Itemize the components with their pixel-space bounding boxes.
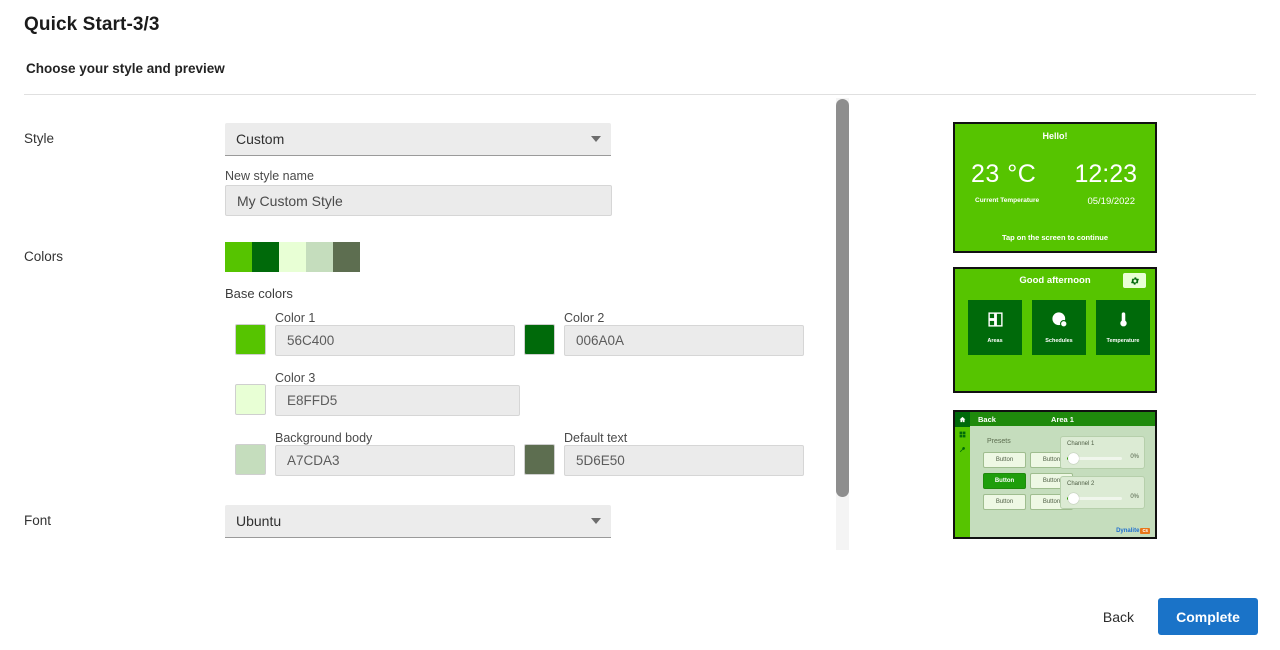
complete-button[interactable]: Complete	[1158, 598, 1258, 635]
clock-icon	[1051, 311, 1068, 333]
preview3-channel-percent: 0%	[1130, 494, 1139, 500]
color-2-input[interactable]: 006A0A	[564, 325, 804, 356]
palette-swatch-3	[279, 242, 306, 272]
preview3-channel-2: Channel 2 0%	[1060, 476, 1145, 509]
preview2-tile-areas[interactable]: Areas	[968, 300, 1022, 355]
home-icon[interactable]	[955, 412, 970, 427]
page-subtitle: Choose your style and preview	[26, 61, 225, 76]
style-select-value: Custom	[236, 131, 285, 147]
dynalite-logo-text: Dynalite	[1116, 528, 1140, 534]
color-3-swatch[interactable]	[235, 384, 266, 415]
preview2-tile-schedules[interactable]: Schedules	[1032, 300, 1086, 355]
preview-screen-area: Back Area 1 Presets Button Button Button…	[953, 410, 1157, 539]
default-text-label: Default text	[564, 431, 628, 445]
preview2-tile-temperature[interactable]: Temperature	[1096, 300, 1150, 355]
preview3-channel-1: Channel 1 0%	[1060, 436, 1145, 469]
preview1-date: 05/19/2022	[1087, 196, 1135, 207]
preview3-sidebar	[955, 412, 970, 537]
background-body-swatch[interactable]	[235, 444, 266, 475]
preview2-tile-label: Areas	[987, 338, 1003, 344]
preview1-temperature: 23 °C	[971, 160, 1037, 188]
back-button[interactable]: Back	[1097, 605, 1140, 629]
preview3-channel-label: Channel 2	[1067, 481, 1095, 487]
style-select[interactable]: Custom	[225, 123, 611, 156]
preview3-area-title: Area 1	[1051, 414, 1074, 424]
color-2-label: Color 2	[564, 311, 605, 325]
default-text-swatch[interactable]	[524, 444, 555, 475]
preview1-temperature-label: Current Temperature	[975, 197, 1040, 204]
preview1-greeting: Hello!	[1042, 131, 1068, 141]
wrench-icon[interactable]	[955, 442, 970, 457]
preview2-tile-grid: Areas Schedules Temperature	[968, 300, 1150, 355]
page-title: Quick Start-3/3	[24, 14, 160, 35]
font-select[interactable]: Ubuntu	[225, 505, 611, 538]
preview3-topbar: Back Area 1	[970, 412, 1155, 426]
color-1-swatch[interactable]	[235, 324, 266, 355]
dynalite-logo: Dynalite cs	[1116, 528, 1150, 534]
font-select-value: Ubuntu	[236, 513, 282, 529]
new-style-name-input[interactable]: My Custom Style	[225, 185, 612, 216]
preview3-preset-button[interactable]: Button	[983, 494, 1026, 510]
base-colors-label: Base colors	[225, 286, 293, 301]
style-label: Style	[24, 131, 55, 146]
preview3-preset-button-active[interactable]: Button	[983, 473, 1026, 489]
preview2-tile-label: Temperature	[1106, 338, 1140, 344]
palette-swatch-1	[225, 242, 252, 272]
default-text-input[interactable]: 5D6E50	[564, 445, 804, 476]
thermometer-icon	[1115, 311, 1132, 333]
slider-knob[interactable]	[1068, 493, 1079, 504]
preview-screen-home: Good afternoon Areas Schedules Temperatu…	[953, 267, 1157, 393]
background-body-input[interactable]: A7CDA3	[275, 445, 515, 476]
color-3-input[interactable]: E8FFD5	[275, 385, 520, 416]
background-body-label: Background body	[275, 431, 373, 445]
color-2-swatch[interactable]	[524, 324, 555, 355]
colors-label: Colors	[24, 249, 64, 264]
font-label: Font	[24, 513, 52, 528]
preview3-presets-label: Presets	[987, 438, 1011, 445]
chevron-down-icon	[591, 518, 601, 524]
color-1-label: Color 1	[275, 311, 316, 325]
color-3-label: Color 3	[275, 371, 316, 385]
slider-knob[interactable]	[1068, 453, 1079, 464]
preview3-channel-label: Channel 1	[1067, 441, 1095, 447]
floorplan-icon	[987, 311, 1004, 333]
color-palette-strip	[225, 242, 360, 272]
preview1-footer-hint: Tap on the screen to continue	[1001, 233, 1109, 242]
color-1-input[interactable]: 56C400	[275, 325, 515, 356]
preview2-tile-label: Schedules	[1045, 338, 1073, 344]
gear-icon[interactable]	[1123, 273, 1146, 288]
preview3-channel-list: Channel 1 0% Channel 2 0%	[1060, 436, 1145, 516]
header-divider	[24, 94, 1256, 95]
palette-swatch-2	[252, 242, 279, 272]
dynalite-logo-mark: cs	[1140, 528, 1150, 534]
preview1-time: 12:23	[1074, 160, 1137, 188]
preview3-channel-slider[interactable]	[1067, 493, 1122, 504]
preview3-preset-button[interactable]: Button	[983, 452, 1026, 468]
preview-screen-welcome: Hello! 23 °C Current Temperature 12:23 0…	[953, 122, 1157, 253]
palette-swatch-4	[306, 242, 333, 272]
chevron-down-icon	[591, 136, 601, 142]
new-style-name-label: New style name	[225, 169, 314, 183]
preview3-channel-percent: 0%	[1130, 454, 1139, 460]
palette-swatch-5	[333, 242, 360, 272]
scrollbar-thumb[interactable]	[836, 99, 849, 497]
preview3-channel-slider[interactable]	[1067, 453, 1122, 464]
grid-icon[interactable]	[955, 427, 970, 442]
